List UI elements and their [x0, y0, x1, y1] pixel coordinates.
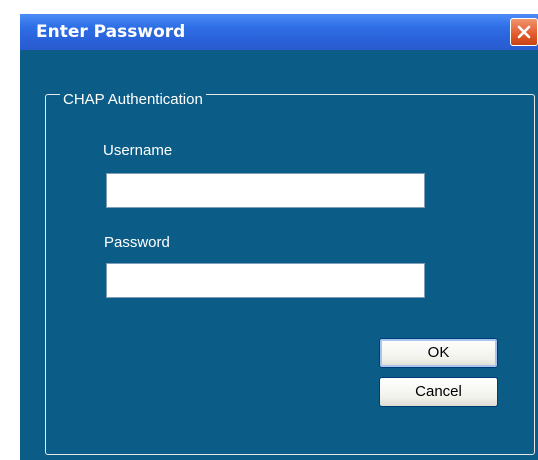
close-button[interactable]: [510, 18, 538, 46]
ok-button[interactable]: OK: [379, 338, 498, 368]
cancel-button[interactable]: Cancel: [379, 377, 498, 407]
password-input[interactable]: [106, 263, 425, 298]
username-input[interactable]: [106, 173, 425, 208]
group-label: CHAP Authentication: [60, 92, 206, 108]
password-label: Password: [104, 234, 170, 251]
username-label: Username: [103, 142, 173, 159]
close-icon: [517, 25, 531, 39]
title-bar[interactable]: Enter Password: [20, 14, 538, 50]
window-title: Enter Password: [36, 22, 186, 42]
enter-password-dialog: Enter Password CHAP Authentication Usern…: [20, 14, 538, 460]
